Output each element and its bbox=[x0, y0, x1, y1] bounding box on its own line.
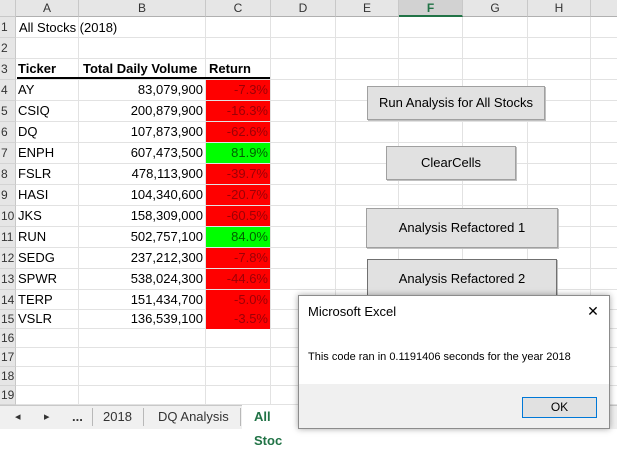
column-header-e[interactable]: E bbox=[336, 0, 399, 17]
header-return[interactable]: Return bbox=[209, 59, 269, 79]
ticker-cell[interactable]: HASI bbox=[18, 185, 78, 205]
return-cell[interactable]: -7.3% bbox=[206, 80, 270, 100]
volume-cell[interactable]: 151,434,700 bbox=[79, 290, 205, 310]
row-header-15[interactable]: 15 bbox=[0, 310, 16, 329]
ticker-cell[interactable]: TERP bbox=[18, 290, 78, 310]
tab-all-stocks-label: All Stoc bbox=[254, 409, 283, 448]
header-total-daily-volume[interactable]: Total Daily Volume bbox=[83, 59, 207, 79]
more-tabs-button[interactable]: ... bbox=[72, 405, 83, 429]
row-header-19[interactable]: 19 bbox=[0, 386, 16, 405]
volume-cell[interactable]: 502,757,100 bbox=[79, 227, 205, 247]
column-header-i[interactable] bbox=[591, 0, 617, 17]
tab-dq-analysis[interactable]: DQ Analysis bbox=[158, 405, 229, 429]
row-header-3[interactable]: 3 bbox=[0, 59, 16, 80]
analysis-refactored-1-button[interactable]: Analysis Refactored 1 bbox=[366, 208, 558, 248]
return-cell[interactable]: 81.9% bbox=[206, 143, 270, 163]
return-cell[interactable]: -16.3% bbox=[206, 101, 270, 121]
column-header-h[interactable]: H bbox=[528, 0, 591, 17]
volume-cell[interactable]: 478,113,900 bbox=[79, 164, 205, 184]
dialog-message: This code ran in 0.1191406 seconds for t… bbox=[308, 351, 571, 363]
tab-separator bbox=[92, 408, 93, 426]
volume-cell[interactable]: 158,309,000 bbox=[79, 206, 205, 226]
return-cell[interactable]: -20.7% bbox=[206, 185, 270, 205]
column-header-f[interactable]: F bbox=[399, 0, 463, 17]
row-header-2[interactable]: 2 bbox=[0, 38, 16, 59]
column-header-d[interactable]: D bbox=[271, 0, 336, 17]
return-cell[interactable]: -44.6% bbox=[206, 269, 270, 289]
row-header-9[interactable]: 9 bbox=[0, 185, 16, 206]
tab-2018[interactable]: 2018 bbox=[103, 405, 132, 429]
column-header-c[interactable]: C bbox=[206, 0, 271, 17]
tab-all-stocks-active[interactable]: All Stoc bbox=[242, 405, 302, 448]
dialog-close-icon[interactable]: ✕ bbox=[583, 301, 603, 321]
dialog-ok-button[interactable]: OK bbox=[522, 397, 597, 418]
row-header-12[interactable]: 12 bbox=[0, 248, 16, 269]
ticker-cell[interactable]: ENPH bbox=[18, 143, 78, 163]
ticker-cell[interactable]: JKS bbox=[18, 206, 78, 226]
volume-cell[interactable]: 136,539,100 bbox=[79, 309, 205, 329]
row-header-10[interactable]: 10 bbox=[0, 206, 16, 227]
analysis-refactored-2-button[interactable]: Analysis Refactored 2 bbox=[367, 259, 557, 299]
return-cell[interactable]: -62.6% bbox=[206, 122, 270, 142]
return-cell[interactable]: -7.8% bbox=[206, 248, 270, 268]
column-header-g[interactable]: G bbox=[463, 0, 528, 17]
volume-cell[interactable]: 538,024,300 bbox=[79, 269, 205, 289]
row-header-4[interactable]: 4 bbox=[0, 80, 16, 101]
row-header-16[interactable]: 16 bbox=[0, 329, 16, 348]
ticker-cell[interactable]: AY bbox=[18, 80, 78, 100]
clear-cells-button[interactable]: ClearCells bbox=[386, 146, 516, 180]
column-header-a[interactable]: A bbox=[16, 0, 79, 17]
row-header-5[interactable]: 5 bbox=[0, 101, 16, 122]
return-cell[interactable]: -5.0% bbox=[206, 290, 270, 310]
sheet-title-cell[interactable]: All Stocks (2018) bbox=[19, 18, 199, 38]
volume-cell[interactable]: 107,873,900 bbox=[79, 122, 205, 142]
return-cell[interactable]: -39.7% bbox=[206, 164, 270, 184]
row-header-18[interactable]: 18 bbox=[0, 367, 16, 386]
select-all-corner[interactable] bbox=[0, 0, 16, 17]
row-header-7[interactable]: 7 bbox=[0, 143, 16, 164]
volume-cell[interactable]: 83,079,900 bbox=[79, 80, 205, 100]
row-header-17[interactable]: 17 bbox=[0, 348, 16, 367]
row-header-6[interactable]: 6 bbox=[0, 122, 16, 143]
row-header-11[interactable]: 11 bbox=[0, 227, 16, 248]
ticker-cell[interactable]: FSLR bbox=[18, 164, 78, 184]
volume-cell[interactable]: 237,212,300 bbox=[79, 248, 205, 268]
return-cell[interactable]: -3.5% bbox=[206, 309, 270, 329]
tab-separator bbox=[143, 408, 144, 426]
header-ticker[interactable]: Ticker bbox=[18, 59, 78, 79]
scroll-tabs-right-icon[interactable]: ▸ bbox=[44, 405, 50, 429]
header-underline bbox=[17, 77, 270, 79]
row-header-8[interactable]: 8 bbox=[0, 164, 16, 185]
scroll-tabs-left-icon[interactable]: ◂ bbox=[15, 405, 21, 429]
row-header-14[interactable]: 14 bbox=[0, 290, 16, 310]
message-dialog: Microsoft Excel ✕ This code ran in 0.119… bbox=[298, 295, 610, 429]
row-header-13[interactable]: 13 bbox=[0, 269, 16, 290]
return-cell[interactable]: -60.5% bbox=[206, 206, 270, 226]
ticker-cell[interactable]: SEDG bbox=[18, 248, 78, 268]
volume-cell[interactable]: 200,879,900 bbox=[79, 101, 205, 121]
volume-cell[interactable]: 607,473,500 bbox=[79, 143, 205, 163]
dialog-title: Microsoft Excel bbox=[308, 304, 397, 319]
ticker-cell[interactable]: DQ bbox=[18, 122, 78, 142]
ticker-cell[interactable]: VSLR bbox=[18, 309, 78, 329]
return-cell[interactable]: 84.0% bbox=[206, 227, 270, 247]
row-header-1[interactable]: 1 bbox=[0, 17, 16, 38]
volume-cell[interactable]: 104,340,600 bbox=[79, 185, 205, 205]
tab-separator bbox=[240, 408, 241, 426]
ticker-cell[interactable]: CSIQ bbox=[18, 101, 78, 121]
ticker-cell[interactable]: SPWR bbox=[18, 269, 78, 289]
run-analysis-all-stocks-button[interactable]: Run Analysis for All Stocks bbox=[367, 86, 545, 120]
column-header-b[interactable]: B bbox=[79, 0, 206, 17]
ticker-cell[interactable]: RUN bbox=[18, 227, 78, 247]
